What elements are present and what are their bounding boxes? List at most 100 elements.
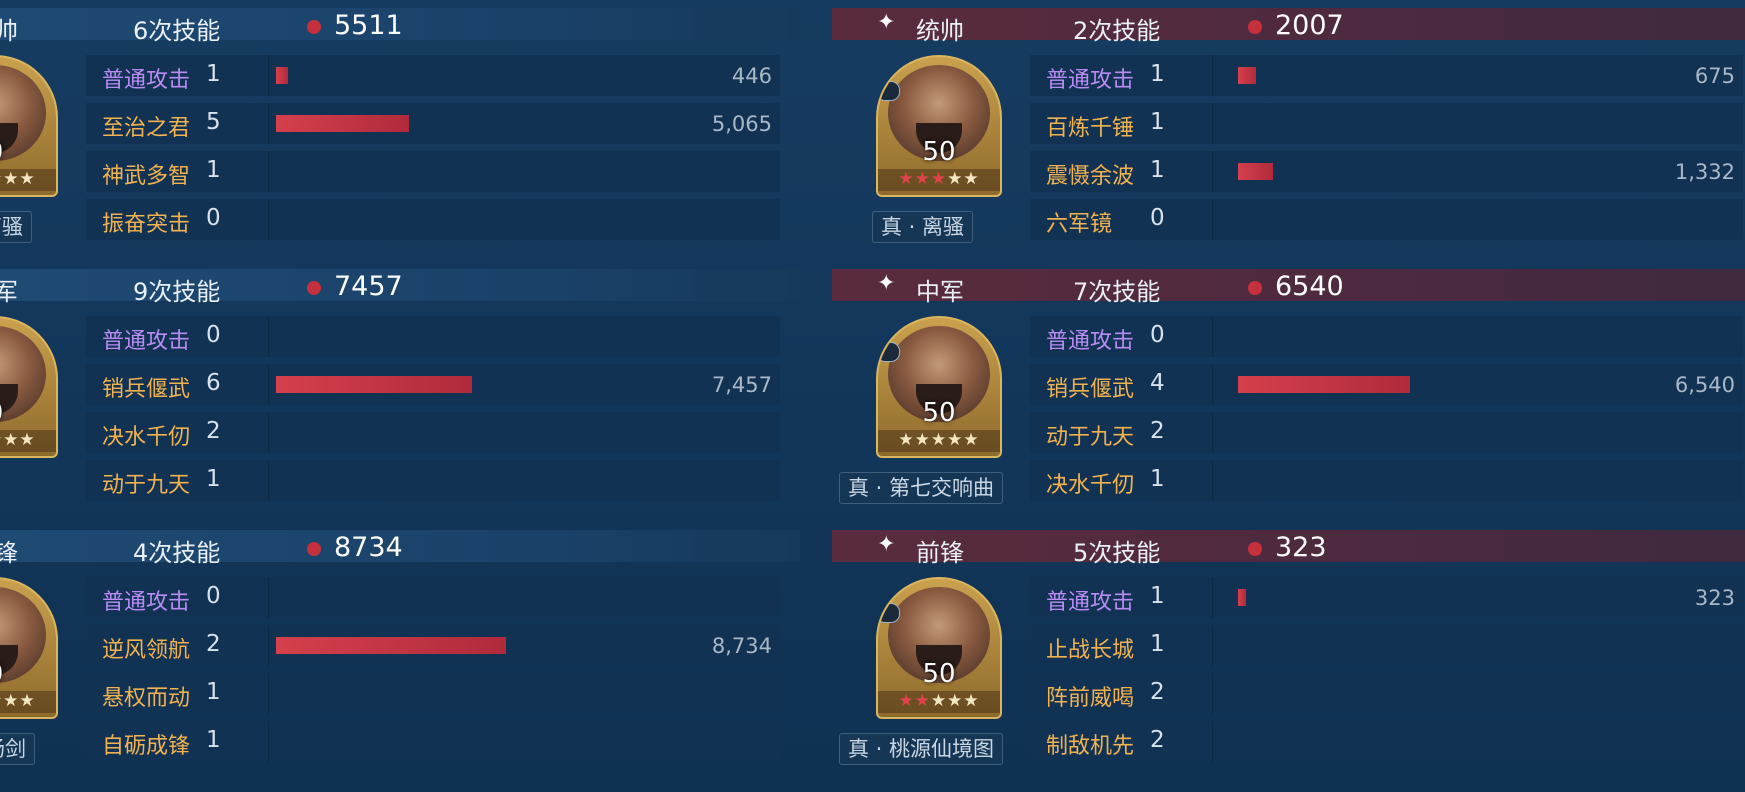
skill-damage: 1,332: [1674, 160, 1735, 184]
skill-name: 决水千仞: [102, 425, 191, 450]
skill-row: 普通攻击 0: [86, 577, 780, 618]
hero-level: 50: [922, 137, 956, 167]
star-icon: ★: [914, 169, 931, 189]
hero-portrait[interactable]: 50 ★★★★★: [876, 577, 1002, 719]
role-label: 中军: [916, 278, 964, 306]
skill-name: 销兵偃武: [1046, 377, 1135, 402]
bar-divider: [1212, 199, 1213, 240]
skill-count: 1: [1150, 466, 1165, 492]
skill-count: 2: [206, 631, 221, 657]
hero-portrait[interactable]: 0★★★★★: [0, 316, 58, 458]
star-icon: ★: [3, 691, 20, 711]
star-rating: ★★★★★: [0, 169, 56, 191]
skill-count: 1: [1150, 583, 1165, 609]
skill-name: 制敌机先: [1046, 734, 1135, 759]
star-icon: ★: [930, 169, 948, 189]
star-rating: ★★★★★: [0, 430, 56, 452]
skill-row: 动于九天 1: [86, 460, 780, 501]
hero-title-tag: 真 · 离骚: [872, 211, 974, 243]
damage-bar: [1238, 589, 1246, 606]
star-icon: ★: [947, 169, 964, 189]
skill-row: 制敌机先 2: [1030, 721, 1743, 762]
skill-damage: 6,540: [1674, 373, 1735, 397]
skill-name: 动于九天: [1046, 425, 1135, 450]
star-rating: ★★★★★: [0, 691, 56, 713]
skill-row: 百炼千锤 1: [1030, 103, 1743, 144]
slot-header: 锋 4次技能 8734: [0, 530, 800, 567]
skill-row: 六军镜 0: [1030, 199, 1743, 240]
skill-cast-count: 4次技能: [133, 539, 221, 567]
bar-divider: [1212, 460, 1213, 501]
skill-name: 震慑余波: [1046, 164, 1135, 189]
star-icon: ★: [898, 430, 915, 450]
skill-cast-count: 7次技能: [1073, 278, 1161, 306]
skill-count: 0: [1150, 205, 1165, 231]
skill-name: 逆风领航: [102, 638, 191, 663]
bar-divider: [1212, 673, 1213, 714]
bar-divider: [1212, 625, 1213, 666]
skill-count: 4: [1150, 370, 1165, 396]
star-icon: ★: [914, 691, 931, 711]
skill-damage: 8,734: [711, 634, 772, 658]
total-damage: 7457: [334, 271, 403, 302]
skill-damage: 323: [1694, 586, 1735, 610]
skill-name: 销兵偃武: [102, 377, 191, 402]
team-slot-3: ✦ 前锋 5次技能 323 50 ★★★★★ 真 · 桃源仙境图 普通攻击 1 323 止战长城 1 阵…: [832, 522, 1745, 783]
skill-count: 5: [206, 109, 221, 135]
hero-title-tag: 鱼肠剑: [0, 733, 35, 765]
skill-damage: 7,457: [711, 373, 772, 397]
skill-count: 6: [206, 370, 221, 396]
bar-divider: [268, 577, 269, 618]
damage-bar: [276, 67, 288, 84]
bar-divider: [268, 103, 269, 144]
hero-portrait[interactable]: 50 ★★★★★: [876, 55, 1002, 197]
skill-count: 1: [206, 61, 221, 87]
role-star-icon: ✦: [877, 10, 896, 35]
skill-cast-count: 9次技能: [133, 278, 221, 306]
skill-name: 普通攻击: [1046, 68, 1135, 93]
skill-name: 普通攻击: [1046, 590, 1135, 615]
skill-count: 1: [206, 157, 221, 183]
star-icon: ★: [19, 169, 36, 189]
skill-name: 六军镜: [1046, 212, 1113, 237]
skill-cast-count: 6次技能: [133, 17, 221, 45]
damage-dot-icon: [1248, 20, 1262, 34]
team-slot-3: 锋4次技能87340★★★★★鱼肠剑普通攻击0逆风领航28,734悬权而动1自砺…: [0, 522, 800, 783]
total-damage: 6540: [1275, 271, 1344, 302]
star-rating: ★★★★★: [878, 430, 1000, 452]
hero-level: 50: [922, 398, 956, 428]
skill-name: 自砺成锋: [102, 734, 191, 759]
hero-portrait[interactable]: 0★★★★★: [0, 55, 58, 197]
star-icon: ★: [19, 691, 36, 711]
role-label: 统帅: [916, 17, 964, 45]
bar-divider: [268, 673, 269, 714]
role-label: 前锋: [916, 539, 964, 567]
right-team-panel: ✦ 统帅 2次技能 2007 50 ★★★★★ 真 · 离骚 普通攻击 1 675 百炼千锤 1 震慑余…: [832, 0, 1745, 792]
skill-count: 2: [1150, 679, 1165, 705]
star-icon: ★: [963, 430, 980, 450]
skill-row: 销兵偃武 6 7,457: [86, 364, 780, 405]
damage-dot-icon: [1248, 281, 1262, 295]
bar-divider: [268, 412, 269, 453]
hero-level: 0: [0, 659, 56, 689]
bar-divider: [1212, 364, 1213, 405]
skill-cast-count: 2次技能: [1073, 17, 1161, 45]
bar-divider: [268, 55, 269, 96]
bar-divider: [268, 151, 269, 192]
skill-row: 自砺成锋 1: [86, 721, 780, 762]
skill-row: 动于九天 2: [1030, 412, 1743, 453]
skill-damage: 675: [1694, 64, 1735, 88]
skill-row: 决水千仞 2: [86, 412, 780, 453]
skill-row: 普通攻击 0: [86, 316, 780, 357]
star-rating: ★★★★★: [878, 169, 1000, 191]
star-icon: ★: [3, 430, 20, 450]
damage-bar: [1238, 376, 1410, 393]
team-slot-2: ✦ 中军 7次技能 6540 50 ★★★★★ 真 · 第七交响曲 普通攻击 0 销兵偃武 4 6,5…: [832, 261, 1745, 522]
damage-dot-icon: [307, 542, 321, 556]
star-icon: ★: [947, 430, 964, 450]
skill-count: 1: [206, 679, 221, 705]
skill-name: 神武多智: [102, 164, 191, 189]
hero-portrait[interactable]: 0★★★★★: [0, 577, 58, 719]
total-damage: 5511: [334, 10, 403, 41]
hero-portrait[interactable]: 50 ★★★★★: [876, 316, 1002, 458]
